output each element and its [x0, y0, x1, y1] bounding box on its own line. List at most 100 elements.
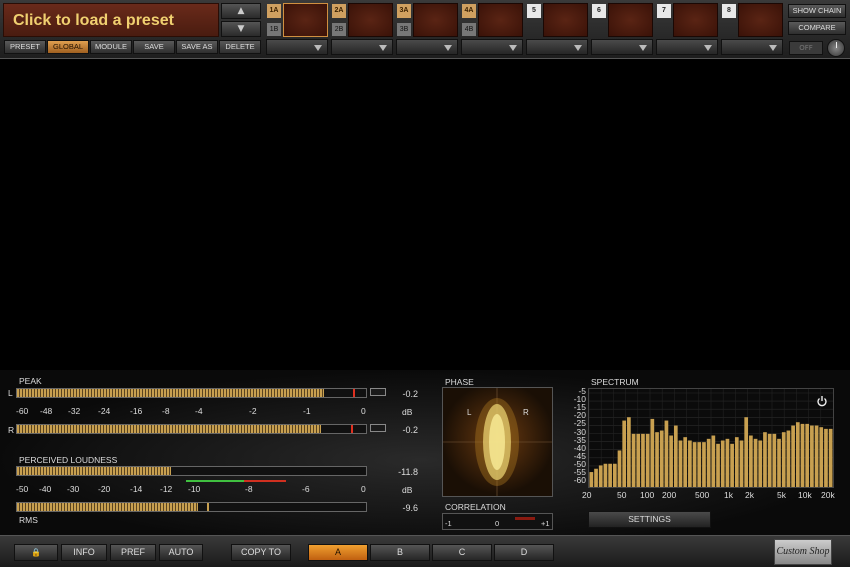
settings-button[interactable]: SETTINGS [588, 511, 711, 528]
spectrum-bar [795, 422, 800, 487]
spectrum-bar [706, 438, 711, 487]
scale-tick-label: -40 [39, 484, 52, 494]
scale-tick-label: -2 [249, 406, 257, 416]
spectrum-bar [786, 430, 791, 487]
snapshot-a-button[interactable]: A [308, 544, 368, 561]
slot-module-box[interactable] [348, 3, 393, 37]
slot-dropdown[interactable] [396, 39, 458, 55]
snapshot-c-button[interactable]: C [432, 544, 492, 561]
peak-left-meter [16, 388, 367, 398]
peak-left-hold [353, 389, 355, 397]
slot-b-label[interactable]: 2B [332, 23, 346, 36]
module-slot-2[interactable]: 2A 2B [331, 3, 394, 56]
correlation-meter: -1 0 +1 [442, 513, 553, 530]
output-knob[interactable] [827, 39, 845, 57]
correlation-mid: 0 [495, 519, 500, 528]
slot-b-label[interactable]: 4B [462, 23, 476, 36]
info-button[interactable]: INFO [61, 544, 107, 561]
custom-shop-logo[interactable]: Custom Shop [774, 539, 832, 565]
slot-module-box[interactable] [738, 3, 783, 37]
slot-dropdown[interactable] [331, 39, 393, 55]
slot-module-box[interactable] [673, 3, 718, 37]
spectrum-x-tick: 20 [582, 490, 592, 500]
slot-dropdown[interactable] [266, 39, 328, 55]
spectrum-bar [617, 450, 622, 487]
spectrum-bar [636, 433, 641, 487]
auto-button[interactable]: AUTO [159, 544, 203, 561]
pref-button[interactable]: PREF [110, 544, 156, 561]
loudness-value: -11.8 [398, 467, 418, 477]
slot-a-label[interactable]: 5 [527, 4, 541, 18]
show-chain-button[interactable]: SHOW CHAIN [788, 4, 846, 18]
slot-a-label[interactable]: 1A [267, 4, 281, 18]
slot-module-box[interactable] [283, 3, 328, 37]
module-slot-4[interactable]: 4A 4B [461, 3, 524, 56]
spectrum-bar [678, 440, 683, 487]
slot-module-box[interactable] [478, 3, 523, 37]
slot-dropdown[interactable] [461, 39, 523, 55]
slot-a-label[interactable]: 8 [722, 4, 736, 18]
scale-tick-label: -8 [162, 406, 170, 416]
slot-a-label[interactable]: 2A [332, 4, 346, 18]
save-button[interactable]: SAVE [133, 40, 175, 54]
preset-up-button[interactable]: ▲ [221, 3, 261, 19]
spectrum-bar [659, 430, 664, 487]
module-slot-3[interactable]: 3A 3B [396, 3, 459, 56]
snapshot-b-button[interactable]: B [370, 544, 430, 561]
slot-a-label[interactable]: 6 [592, 4, 606, 18]
correlation-title: CORRELATION [445, 502, 506, 512]
spectrum-bar [627, 417, 631, 487]
module-mode-button[interactable]: MODULE [90, 40, 132, 54]
preset-name-display[interactable]: Click to load a preset [3, 3, 219, 37]
peak-unit: dB [402, 407, 413, 417]
loudness-fill [17, 467, 171, 475]
spectrum-bar [730, 443, 734, 487]
off-toggle[interactable]: OFF [789, 41, 823, 55]
slot-b-label[interactable]: 1B [267, 23, 281, 36]
spectrum-x-tick: 20k [821, 490, 835, 500]
spectrum-bar [650, 418, 655, 487]
preset-down-button[interactable]: ▼ [221, 21, 261, 37]
rms-fill [17, 503, 199, 511]
spectrum-bar [669, 435, 673, 487]
module-slot-5[interactable]: 5 [526, 3, 589, 56]
slot-a-label[interactable]: 4A [462, 4, 476, 18]
slot-b-label[interactable]: 3B [397, 23, 411, 36]
slot-dropdown[interactable] [591, 39, 653, 55]
preset-mode-button[interactable]: PRESET [4, 40, 46, 54]
snapshot-d-button[interactable]: D [494, 544, 554, 561]
lock-button[interactable]: 🔒 [14, 544, 58, 561]
slot-a-label[interactable]: 3A [397, 4, 411, 18]
slot-a-label[interactable]: 7 [657, 4, 671, 18]
slot-module-box[interactable] [413, 3, 458, 37]
slot-module-box[interactable] [543, 3, 588, 37]
module-slot-1[interactable]: 1A 1B [266, 3, 329, 56]
module-slot-7[interactable]: 7 [656, 3, 719, 56]
spectrum-bar [763, 432, 767, 487]
slot-dropdown[interactable] [721, 39, 783, 55]
save-as-button[interactable]: SAVE AS [176, 40, 218, 54]
copy-to-button[interactable]: COPY TO [231, 544, 291, 561]
slot-dropdown[interactable] [656, 39, 718, 55]
power-icon[interactable] [816, 392, 828, 407]
global-mode-button[interactable]: GLOBAL [47, 40, 89, 54]
scale-tick-label: -12 [160, 484, 173, 494]
meter-section: PEAK L -0.2 -60 -48 -32 -24 -16 -8 -4 -2 -1 0 dB … [0, 370, 850, 535]
module-slot-8[interactable]: 8 [721, 3, 784, 56]
spectrum-bar [641, 433, 645, 487]
compare-button[interactable]: COMPARE [788, 21, 846, 35]
bottom-toolbar: 🔒 INFO PREF AUTO COPY TO A B C D Custom … [0, 535, 850, 567]
spectrum-bar [598, 465, 603, 487]
phase-scope: L R [442, 387, 553, 497]
spectrum-bar [716, 443, 720, 487]
slot-module-box[interactable] [608, 3, 653, 37]
module-slot-6[interactable]: 6 [591, 3, 654, 56]
slot-dropdown[interactable] [526, 39, 588, 55]
scale-tick-label: -48 [40, 406, 53, 416]
spectrum-bar [702, 442, 706, 487]
phase-right-label: R [523, 408, 529, 417]
spectrum-bar [608, 463, 612, 487]
scale-tick-label: -50 [16, 484, 29, 494]
spectrum-bar [631, 433, 636, 487]
delete-button[interactable]: DELETE [219, 40, 261, 54]
